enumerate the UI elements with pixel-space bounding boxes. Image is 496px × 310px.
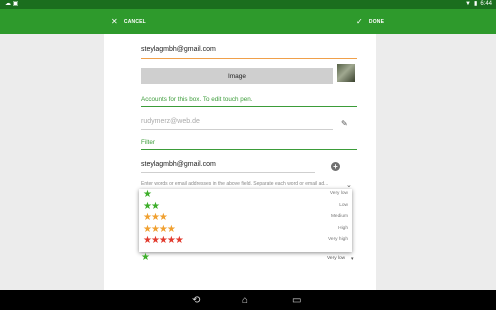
star-rating-icon: ★★★★ <box>143 223 176 235</box>
wifi-icon: ▼ <box>465 1 471 7</box>
close-icon: ✕ <box>111 17 118 26</box>
priority-option-label: Very low <box>329 191 348 196</box>
email-field-underline <box>141 58 357 59</box>
priority-option-medium[interactable]: ★★★ Medium <box>139 212 352 224</box>
battery-icon: ▮ <box>474 1 478 7</box>
cancel-button[interactable]: ✕ CANCEL <box>111 9 146 34</box>
priority-option-high[interactable]: ★★★★ High <box>139 224 352 236</box>
accounts-label: Accounts for this box. To edit touch pen… <box>141 96 253 103</box>
plus-icon: + <box>333 162 338 171</box>
image-button[interactable]: Image <box>141 68 333 84</box>
status-bar: ☁ ▣ ▼ ▮ 6:44 <box>0 0 496 9</box>
priority-option-label: Very high <box>327 237 348 243</box>
priority-option-label: High <box>338 225 348 231</box>
account-field-underline <box>141 129 333 130</box>
star-rating-icon: ★★★ <box>143 212 168 224</box>
priority-option-low[interactable]: ★★ Low <box>139 201 352 213</box>
star-rating-icon: ★ <box>143 189 152 200</box>
action-bar: ✕ CANCEL ✓ DONE <box>0 9 496 34</box>
priority-option-label: Low <box>339 202 348 208</box>
account-field[interactable]: rudymerz@web.de <box>141 118 200 125</box>
chevron-down-icon[interactable]: ⌄ <box>346 181 352 189</box>
dropdown-arrow-icon[interactable]: ▾ <box>351 256 354 262</box>
star-rating-icon: ★★ <box>143 200 160 212</box>
done-button[interactable]: ✓ DONE <box>356 9 384 34</box>
accounts-divider <box>141 106 357 107</box>
filter-hint: Enter words or email addresses in the ab… <box>141 181 329 187</box>
notification-icon: ☁ ▣ <box>5 1 19 7</box>
selected-priority-star-icon[interactable]: ★ <box>141 252 150 263</box>
priority-dropdown: ★ Very low ★★ Low ★★★ Medium ★★★★ High ★… <box>139 189 352 252</box>
priority-option-label: Medium <box>330 214 348 220</box>
status-time: 6:44 <box>480 1 492 7</box>
image-thumbnail[interactable] <box>337 64 355 82</box>
navigation-bar: ⟲ ⌂ ▭ <box>0 290 496 310</box>
back-icon[interactable]: ⟲ <box>192 290 200 310</box>
check-icon: ✓ <box>356 17 363 26</box>
priority-option-very-high[interactable]: ★★★★★ Very high <box>139 235 352 247</box>
priority-option-very-low[interactable]: ★ Very low <box>139 189 352 201</box>
filter-label: Filter <box>141 139 155 146</box>
star-rating-icon: ★★★★★ <box>143 235 184 247</box>
pencil-icon[interactable]: ✎ <box>341 119 348 128</box>
recent-apps-icon[interactable]: ▭ <box>292 290 301 310</box>
filter-divider <box>141 149 357 150</box>
home-icon[interactable]: ⌂ <box>242 290 248 310</box>
selected-priority-label[interactable]: Very low <box>327 256 345 261</box>
filter-input-underline <box>141 172 315 173</box>
done-label: DONE <box>368 18 385 25</box>
add-filter-button[interactable]: + <box>331 162 340 171</box>
email-field[interactable]: steylagmbh@gmail.com <box>141 46 216 53</box>
filter-input[interactable]: steylagmbh@gmail.com <box>141 161 216 168</box>
cancel-label: CANCEL <box>123 18 146 25</box>
